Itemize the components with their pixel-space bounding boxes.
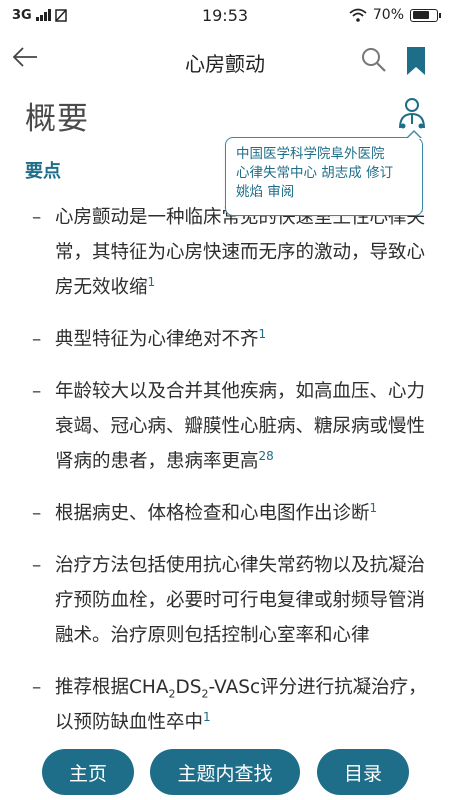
- author-line: 中国医学科学院阜外医院: [236, 146, 385, 162]
- bullet-text: 年龄较大以及合并其他疾病，如高血压、心力衰竭、冠心病、瓣膜性心脏病、糖尿病或慢性…: [55, 381, 426, 472]
- home-button[interactable]: 主页: [42, 749, 134, 795]
- key-points-list: 心房颤动是一种临床常见的快速室上性心律失常，其特征为心房快速而无序的激动，导致心…: [30, 200, 430, 757]
- author-popup: 中国医学科学院阜外医院 心律失常中心 胡志成 修订 姚焰 审阅: [225, 130, 423, 216]
- bullet-text: 推荐根据CHA2DS2-VASc评分进行抗凝治疗，以预防缺血性卒中: [55, 677, 427, 733]
- reference-link[interactable]: 1: [148, 275, 156, 289]
- find-in-topic-button[interactable]: 主题内查找: [150, 749, 300, 795]
- subscript: 2: [168, 687, 176, 701]
- bullet-text-part: DS: [175, 677, 202, 698]
- bookmark-icon[interactable]: [405, 46, 427, 76]
- author-icon[interactable]: [397, 97, 427, 129]
- list-item: 年龄较大以及合并其他疾病，如高血压、心力衰竭、冠心病、瓣膜性心脏病、糖尿病或慢性…: [30, 374, 430, 479]
- list-item: 治疗方法包括使用抗心律失常药物以及抗凝治疗预防血栓，必要时可行电复律或射频导管消…: [30, 548, 430, 653]
- bullet-text: 治疗方法包括使用抗心律失常药物以及抗凝治疗预防血栓，必要时可行电复律或射频导管消…: [55, 555, 426, 646]
- clock: 19:53: [201, 5, 249, 25]
- status-bar: 3G 19:53 70%: [0, 0, 450, 30]
- reference-link[interactable]: 1: [259, 327, 267, 341]
- table-of-contents-button[interactable]: 目录: [317, 749, 409, 795]
- battery-fill: [412, 11, 429, 19]
- author-line: 姚焰 审阅: [236, 184, 295, 200]
- bullet-text: 心房颤动是一种临床常见的快速室上性心律失常，其特征为心房快速而无序的激动，导致心…: [55, 207, 426, 298]
- bullet-text: 典型特征为心律绝对不齐: [55, 329, 259, 350]
- nav-bar: 心房颤动: [0, 32, 450, 88]
- bullet-text: 根据病史、体格检查和心电图作出诊断: [55, 503, 370, 524]
- reference-link[interactable]: 28: [259, 449, 274, 463]
- author-line: 心律失常中心 胡志成 修订: [236, 165, 394, 181]
- bullet-text-part: 推荐根据CHA: [55, 677, 169, 698]
- list-item: 推荐根据CHA2DS2-VASc评分进行抗凝治疗，以预防缺血性卒中1: [30, 670, 430, 740]
- reference-link[interactable]: 1: [370, 501, 378, 515]
- reference-link[interactable]: 1: [203, 710, 211, 724]
- battery-icon: [410, 8, 441, 22]
- section-heading: 概要: [25, 101, 89, 137]
- list-item: 根据病史、体格检查和心电图作出诊断1: [30, 496, 430, 531]
- search-icon[interactable]: [360, 46, 388, 74]
- list-item: 典型特征为心律绝对不齐1: [30, 322, 430, 357]
- key-points-heading: 要点: [25, 161, 61, 182]
- subscript: 2: [201, 687, 209, 701]
